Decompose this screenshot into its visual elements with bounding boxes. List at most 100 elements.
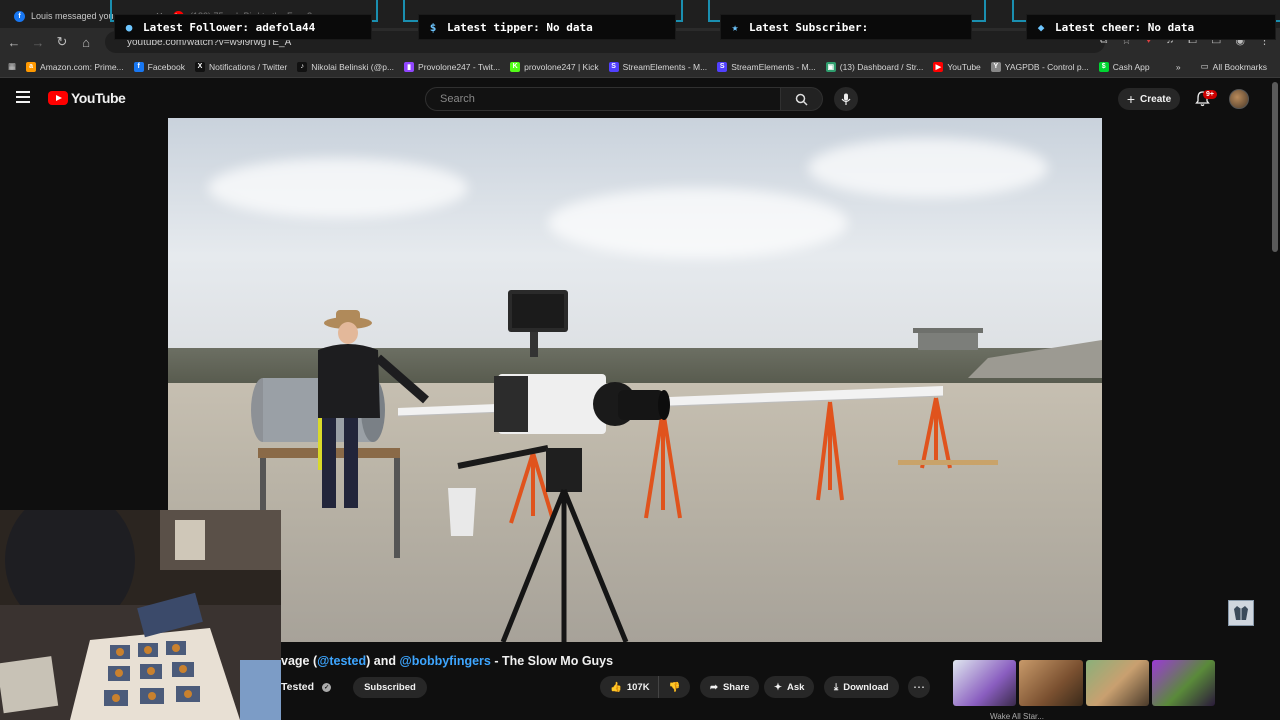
share-button[interactable]: ➦ Share [700, 676, 760, 698]
latest-subscriber-alert: ★ Latest Subscriber: [720, 14, 972, 40]
verified-check-icon: ✓ [322, 682, 332, 692]
download-icon: ⤓ [834, 681, 839, 693]
bookmark-label: Notifications / Twitter [208, 61, 288, 72]
latest-tipper-alert: $ Latest tipper: No data [418, 14, 676, 40]
suggestion-thumbnails[interactable] [953, 660, 1215, 706]
more-actions-button[interactable]: ⋯ [908, 676, 930, 698]
latest-cheer-text: Latest cheer: No data [1055, 20, 1195, 34]
dashboard-icon: ▣ [825, 61, 836, 72]
ask-button[interactable]: ✦ Ask [764, 676, 815, 698]
chevron-right-icon: » [1175, 61, 1181, 72]
thumbnail-image[interactable] [953, 660, 1017, 706]
latest-subscriber-text: Latest Subscriber: [749, 20, 869, 34]
back-icon[interactable]: ← [2, 30, 26, 54]
bookmark-label: Nikolai Belinski (@p... [311, 61, 395, 72]
youtube-play-icon [48, 91, 68, 105]
thumbnail-image[interactable] [1019, 660, 1083, 706]
create-button[interactable]: + Create [1118, 88, 1180, 110]
folder-icon: ▭ [1200, 61, 1209, 71]
mention-link-bobbyfingers[interactable]: @bobbyfingers [400, 654, 491, 668]
bookmark-item[interactable]: S StreamElements - M... [604, 61, 713, 72]
bookmarks-bar: ▦ a Amazon.com: Prime... f Facebook X Notific… [0, 56, 1280, 78]
all-bookmarks-button[interactable]: » ▭ All Bookmarks [1171, 61, 1272, 72]
suggestion-caption: Wake All Star... [990, 712, 1044, 720]
kick-icon: K [510, 61, 521, 72]
like-dislike-group: 👍 107K 👎 [600, 676, 691, 698]
bookmark-label: Cash App [1112, 61, 1150, 72]
bookmark-label: Facebook [147, 61, 185, 72]
search-input[interactable]: Search [425, 87, 781, 111]
reload-icon[interactable]: ↻ [50, 30, 74, 54]
bookmark-item[interactable]: X Notifications / Twitter [190, 61, 292, 72]
share-button-wrap: ➦ Share [700, 676, 760, 698]
channel-name[interactable]: Tested [281, 681, 314, 693]
thumbnail-image[interactable] [1085, 660, 1149, 706]
apps-grid-icon[interactable]: ▦ [0, 61, 21, 72]
subscribe-button[interactable]: Subscribed [353, 676, 427, 698]
microphone-icon [841, 93, 851, 105]
corner-overlay-icon[interactable] [1228, 600, 1254, 626]
more-actions-wrap: ⋯ [908, 676, 930, 698]
voice-search-button[interactable] [834, 87, 858, 111]
title-text-middle: ) and [366, 654, 400, 668]
facebook-icon: f [14, 10, 25, 22]
facebook-icon: f [133, 61, 144, 72]
page-scrollbar[interactable] [1272, 82, 1278, 252]
mention-link-tested[interactable]: @tested [317, 654, 366, 668]
home-icon[interactable]: ⌂ [74, 30, 98, 54]
bookmark-label: YAGPDB - Control p... [1004, 61, 1089, 72]
streamelements-icon: S [717, 61, 728, 72]
all-bookmarks-label: All Bookmarks [1212, 61, 1267, 72]
avatar[interactable] [1229, 89, 1249, 109]
sparkle-icon: ✦ [774, 681, 782, 693]
bookmark-label: Provolone247 - Twit... [418, 61, 501, 72]
share-arrow-icon: ➦ [710, 681, 718, 693]
bookmark-item[interactable]: a Amazon.com: Prime... [21, 61, 129, 72]
forward-icon[interactable]: → [26, 30, 50, 54]
diamond-icon: ◆ [1037, 20, 1045, 34]
bookmark-label: StreamElements - M... [731, 61, 816, 72]
like-count: 107K [626, 681, 650, 693]
share-label: Share [722, 681, 750, 693]
youtube-logo-text: YouTube [71, 90, 126, 106]
bookmark-item[interactable]: ▣ (13) Dashboard / Str... [821, 61, 929, 72]
download-label: Download [843, 681, 889, 693]
streamelements-icon: S [608, 61, 619, 72]
bookmark-label: provolone247 | Kick [524, 61, 599, 72]
thumbs-down-icon: 👎 [668, 681, 681, 693]
yagpdb-icon: Y [990, 61, 1001, 72]
bookmark-item[interactable]: $ Cash App [1094, 61, 1155, 72]
like-button[interactable]: 👍 107K [600, 676, 658, 698]
user-icon: ● [125, 20, 133, 34]
video-player[interactable] [168, 118, 1102, 642]
latest-tipper-text: Latest tipper: No data [447, 20, 593, 34]
bookmark-item[interactable]: f Facebook [129, 61, 190, 72]
tab-label: Louis messaged you [31, 11, 114, 21]
bookmark-item[interactable]: Y YAGPDB - Control p... [986, 61, 1094, 72]
bookmark-item[interactable]: S StreamElements - M... [712, 61, 821, 72]
cashapp-icon: $ [1098, 61, 1109, 72]
bookmark-item[interactable]: ▶ YouTube [928, 61, 985, 72]
thumbnail-image[interactable] [1151, 660, 1215, 706]
x-twitter-icon: X [194, 61, 205, 72]
bookmark-label: (13) Dashboard / Str... [839, 61, 924, 72]
amazon-icon: a [26, 61, 37, 72]
notification-badge: 9+ [1203, 90, 1217, 99]
tiktok-icon: ♪ [297, 61, 308, 72]
bookmark-item[interactable]: ♪ Nikolai Belinski (@p... [292, 61, 399, 72]
bookmark-item[interactable]: ▮ Provolone247 - Twit... [399, 61, 505, 72]
dollar-icon: $ [429, 20, 437, 34]
youtube-logo[interactable]: YouTube [48, 90, 126, 106]
download-button-wrap: ⤓ Download [824, 676, 899, 698]
search-button[interactable] [781, 87, 823, 111]
youtube-header: YouTube Search + Create [0, 80, 1280, 118]
plus-icon: + [1126, 91, 1136, 107]
ask-label: Ask [786, 681, 805, 693]
thumbs-up-icon: 👍 [610, 681, 622, 693]
streamer-webcam [0, 510, 281, 720]
latest-follower-text: Latest Follower: adefola44 [143, 20, 316, 34]
dislike-button[interactable]: 👎 [657, 676, 691, 698]
bookmark-item[interactable]: Kprovolone247 | Kick [505, 61, 604, 72]
menu-hamburger-icon[interactable] [16, 91, 30, 103]
download-button[interactable]: ⤓ Download [824, 676, 899, 698]
